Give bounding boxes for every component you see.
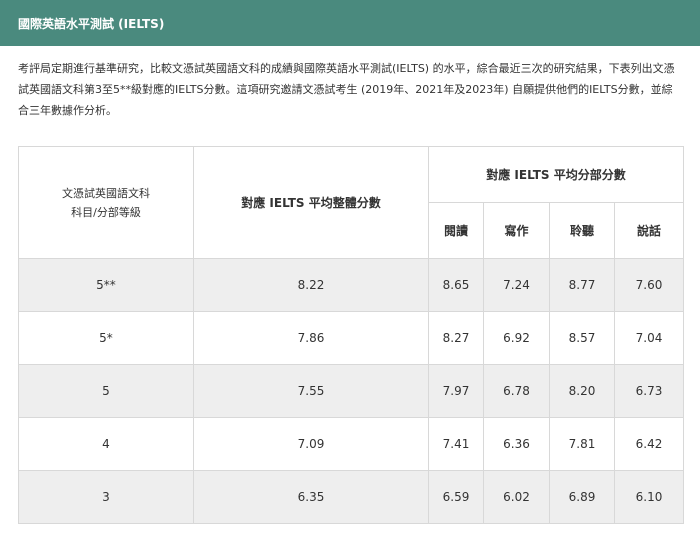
speaking-cell: 7.60 — [613, 258, 685, 312]
reading-cell: 8.27 — [428, 311, 484, 365]
reading-cell: 7.97 — [428, 364, 484, 418]
writing-cell: 6.92 — [483, 311, 550, 365]
reading-cell: 7.41 — [428, 417, 484, 471]
level-cell: 3 — [18, 470, 194, 524]
level-cell: 5* — [18, 311, 194, 365]
speaking-cell: 7.04 — [613, 311, 685, 365]
writing-cell: 6.02 — [483, 470, 550, 524]
level-header-line1: 文憑試英國語文科 — [62, 186, 150, 200]
level-cell: 4 — [18, 417, 194, 471]
table-row: 5 7.55 7.97 6.78 8.20 6.73 — [18, 364, 685, 418]
listening-cell: 6.89 — [549, 470, 615, 524]
overall-cell: 8.22 — [193, 258, 429, 312]
overall-cell: 7.86 — [193, 311, 429, 365]
speaking-cell: 6.73 — [613, 364, 685, 418]
speaking-cell: 6.10 — [613, 470, 685, 524]
table-row: 5** 8.22 8.65 7.24 8.77 7.60 — [18, 258, 685, 312]
reading-header: 閱讀 — [428, 202, 484, 259]
writing-cell: 7.24 — [483, 258, 550, 312]
level-cell: 5** — [18, 258, 194, 312]
writing-header: 寫作 — [483, 202, 550, 259]
level-column-header: 文憑試英國語文科 科目/分部等級 — [18, 146, 194, 259]
table-row: 5* 7.86 8.27 6.92 8.57 7.04 — [18, 311, 685, 365]
reading-cell: 8.65 — [428, 258, 484, 312]
table-row: 3 6.35 6.59 6.02 6.89 6.10 — [18, 470, 685, 524]
subscore-group-header: 對應 IELTS 平均分部分數 — [427, 146, 685, 203]
reading-cell: 6.59 — [428, 470, 484, 524]
level-cell: 5 — [18, 364, 194, 418]
listening-cell: 7.81 — [549, 417, 615, 471]
speaking-header: 說話 — [613, 202, 685, 259]
level-header-line2: 科目/分部等級 — [71, 205, 141, 219]
overall-cell: 7.55 — [193, 364, 429, 418]
intro-paragraph: 考評局定期進行基準研究，比較文憑試英國語文科的成績與國際英語水平測試(IELTS… — [18, 62, 675, 117]
listening-header: 聆聽 — [549, 202, 615, 259]
writing-cell: 6.36 — [483, 417, 550, 471]
page-header: 國際英語水平測試 (IELTS) — [0, 0, 700, 46]
overall-column-header: 對應 IELTS 平均整體分數 — [193, 146, 429, 259]
listening-cell: 8.77 — [549, 258, 615, 312]
listening-cell: 8.20 — [549, 364, 615, 418]
overall-cell: 7.09 — [193, 417, 429, 471]
overall-cell: 6.35 — [193, 470, 429, 524]
listening-cell: 8.57 — [549, 311, 615, 365]
ielts-table: 文憑試英國語文科 科目/分部等級 對應 IELTS 平均整體分數 對應 IELT… — [18, 146, 685, 524]
table-row: 4 7.09 7.41 6.36 7.81 6.42 — [18, 417, 685, 471]
speaking-cell: 6.42 — [613, 417, 685, 471]
page-title: 國際英語水平測試 (IELTS) — [18, 16, 165, 31]
writing-cell: 6.78 — [483, 364, 550, 418]
